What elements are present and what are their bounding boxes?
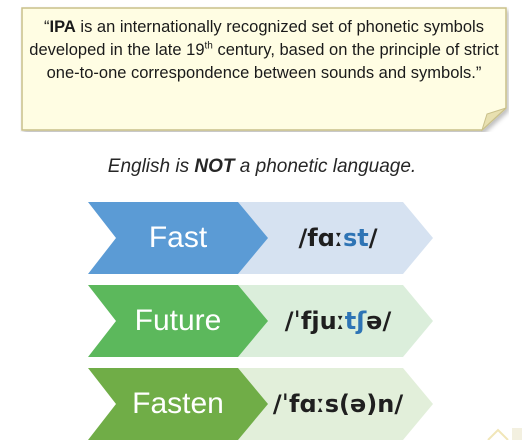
subtitle: English is NOT a phonetic language.: [107, 156, 417, 177]
ipa-label: /ˈfɑːs(ə)n/: [272, 390, 404, 418]
quote-term: IPA: [49, 18, 76, 36]
quote-text: “IPA is an internationally recognized se…: [29, 18, 499, 82]
subtitle-emphasis: NOT: [194, 156, 235, 177]
ipa-label: /fɑː st /: [298, 224, 378, 252]
word-label: Fast: [148, 221, 208, 254]
word-label: Future: [134, 304, 222, 337]
word-row-fasten: Fasten /ˈfɑːs(ə)n/: [88, 368, 438, 440]
quote-note: “IPA is an internationally recognized se…: [20, 6, 509, 132]
corner-logo-icon: [487, 428, 522, 440]
word-row-fast: Fast /fɑː st /: [88, 202, 438, 274]
word-row-future: Future /ˈfjuː tʃ ə/: [88, 285, 438, 357]
ipa-label: /ˈfjuː tʃ ə/: [284, 307, 392, 335]
word-label: Fasten: [132, 387, 224, 420]
